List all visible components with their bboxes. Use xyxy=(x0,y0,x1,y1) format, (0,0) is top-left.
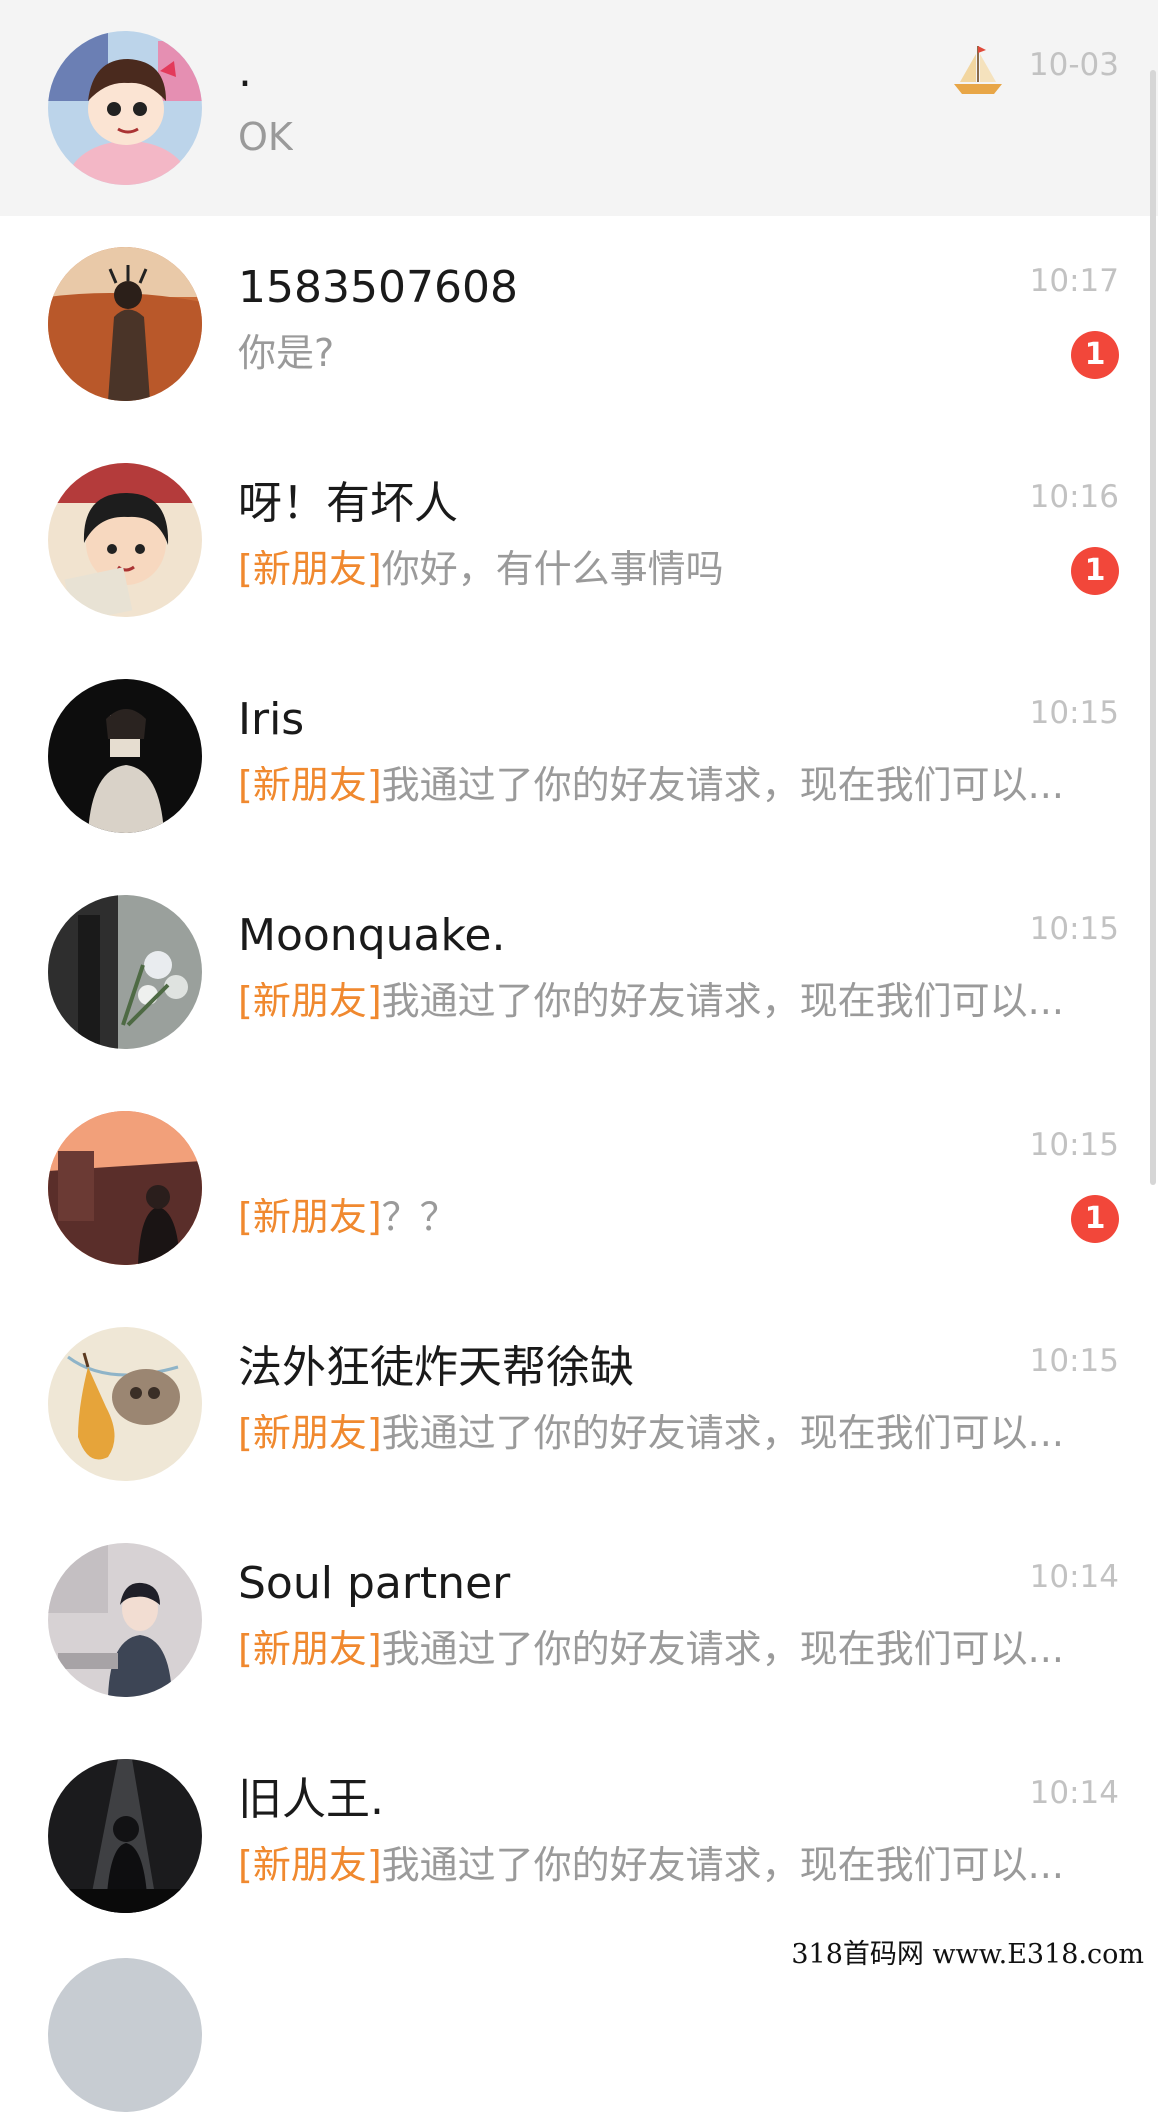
chat-name: . xyxy=(238,46,252,97)
chat-preview: [新朋友]我通过了你的好友请求，现在我们可以... xyxy=(238,982,1064,1020)
avatar-field-person[interactable] xyxy=(48,247,202,401)
chat-preview: OK xyxy=(238,118,293,156)
chat-row-0[interactable]: . OK 10-03 xyxy=(0,0,1158,216)
chat-preview-text: 我通过了你的好友请求，现在我们可以... xyxy=(381,1414,1064,1452)
avatar-flowers[interactable] xyxy=(48,895,202,1049)
chat-time: 10:17 xyxy=(1029,263,1119,299)
chat-row-2[interactable]: 呀！有坏人 [新朋友]你好，有什么事情吗 10:16 1 xyxy=(0,432,1158,648)
chat-tag: [新朋友] xyxy=(238,1630,382,1668)
chat-preview: [新朋友]我通过了你的好友请求，现在我们可以... xyxy=(238,1630,1064,1668)
chat-name: 1583507608 xyxy=(238,262,518,313)
chat-time: 10:15 xyxy=(1029,911,1119,947)
unread-badge: 1 xyxy=(1071,331,1119,379)
chat-tag: [新朋友] xyxy=(238,550,382,588)
scrollbar[interactable] xyxy=(1150,70,1156,1185)
chat-row-7[interactable]: Soul partner [新朋友]我通过了你的好友请求，现在我们可以... 1… xyxy=(0,1512,1158,1728)
chat-tag: [新朋友] xyxy=(238,1198,382,1236)
chat-preview: [新朋友]我通过了你的好友请求，现在我们可以... xyxy=(238,1414,1064,1452)
avatar-anime-boy[interactable] xyxy=(48,463,202,617)
chat-preview-text: 你是? xyxy=(238,334,335,372)
chat-tag: [新朋友] xyxy=(238,766,382,804)
avatar-concert-silhouette[interactable] xyxy=(48,1759,202,1913)
chat-preview-text: ？？ xyxy=(381,1198,458,1236)
chat-preview: [新朋友]我通过了你的好友请求，现在我们可以... xyxy=(238,766,1064,804)
chat-preview-text: 我通过了你的好友请求，现在我们可以... xyxy=(381,1846,1064,1884)
chat-time: 10:15 xyxy=(1029,695,1119,731)
chat-preview-text: 我通过了你的好友请求，现在我们可以... xyxy=(381,982,1064,1020)
avatar-illustrated-boy[interactable] xyxy=(48,1543,202,1697)
chat-time: 10:14 xyxy=(1029,1559,1119,1595)
chat-name: 法外狂徒炸天帮徐缺 xyxy=(238,1342,634,1393)
chat-preview: [新朋友]？？ xyxy=(238,1198,458,1236)
chat-preview-text: 我通过了你的好友请求，现在我们可以... xyxy=(381,766,1064,804)
avatar-dark-portrait[interactable] xyxy=(48,679,202,833)
chat-time: 10:14 xyxy=(1029,1775,1119,1811)
avatar-partial-next-row xyxy=(48,1958,202,2112)
unread-badge: 1 xyxy=(1071,547,1119,595)
chat-preview-text: 我通过了你的好友请求，现在我们可以... xyxy=(381,1630,1064,1668)
chat-preview-text: 你好，有什么事情吗 xyxy=(381,550,724,588)
chat-row-4[interactable]: Moonquake. [新朋友]我通过了你的好友请求，现在我们可以... 10:… xyxy=(0,864,1158,1080)
sailboat-icon xyxy=(954,46,1002,94)
chat-preview: [新朋友]你好，有什么事情吗 xyxy=(238,550,724,588)
chat-name: 呀！有坏人 xyxy=(238,478,458,529)
chat-preview: 你是? xyxy=(238,334,334,372)
avatar-sunset-city[interactable] xyxy=(48,1111,202,1265)
chat-preview: [新朋友]我通过了你的好友请求，现在我们可以... xyxy=(238,1846,1064,1884)
watermark: 318首码网 www.E318.com xyxy=(785,1930,1150,1973)
chat-tag: [新朋友] xyxy=(238,1414,382,1452)
avatar-cartoon-girl[interactable] xyxy=(48,31,202,185)
avatar-owl-pear[interactable] xyxy=(48,1327,202,1481)
chat-name: Iris xyxy=(238,694,305,745)
chat-time: 10:15 xyxy=(1029,1343,1119,1379)
chat-name: Soul partner xyxy=(238,1558,511,1609)
unread-badge: 1 xyxy=(1071,1195,1119,1243)
chat-row-1[interactable]: 1583507608 你是? 10:17 1 xyxy=(0,216,1158,432)
chat-tag: [新朋友] xyxy=(238,982,382,1020)
chat-tag: [新朋友] xyxy=(238,1846,382,1884)
chat-row-5[interactable]: [新朋友]？？ 10:15 1 xyxy=(0,1080,1158,1296)
chat-row-8[interactable]: 旧人王. [新朋友]我通过了你的好友请求，现在我们可以... 10:14 xyxy=(0,1728,1158,1944)
chat-row-3[interactable]: Iris [新朋友]我通过了你的好友请求，现在我们可以... 10:15 xyxy=(0,648,1158,864)
chat-time: 10:16 xyxy=(1029,479,1119,515)
chat-name: 旧人王. xyxy=(238,1774,384,1825)
chat-time: 10-03 xyxy=(1028,47,1119,83)
chat-row-6[interactable]: 法外狂徒炸天帮徐缺 [新朋友]我通过了你的好友请求，现在我们可以... 10:1… xyxy=(0,1296,1158,1512)
chat-name: Moonquake. xyxy=(238,910,506,961)
chat-time: 10:15 xyxy=(1029,1127,1119,1163)
chat-preview-text: OK xyxy=(238,118,293,156)
